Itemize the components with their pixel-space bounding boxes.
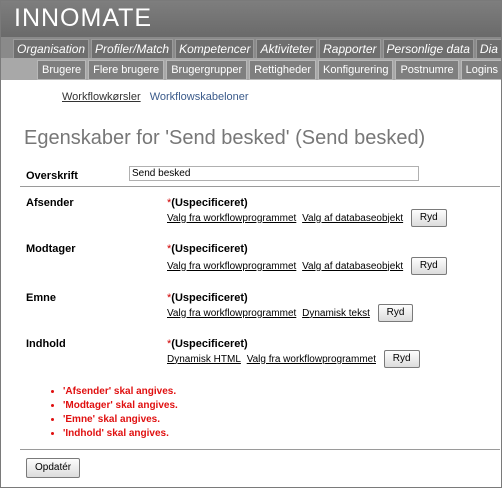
emne-label: Emne bbox=[26, 292, 56, 304]
modtager-clear-button[interactable]: Ryd bbox=[410, 257, 447, 275]
afsender-link-databaseobjekt[interactable]: Valg af databaseobjekt bbox=[302, 213, 403, 224]
overskrift-label: Overskrift bbox=[26, 170, 78, 182]
main-tab-dia[interactable]: Dia bbox=[475, 39, 501, 58]
main-tab-rapporter[interactable]: Rapporter bbox=[319, 39, 381, 58]
brand-bar: INNOMATE bbox=[1, 1, 501, 37]
afsender-actions: Valg fra workflowprogrammet Valg af data… bbox=[167, 209, 447, 227]
main-tab-organisation[interactable]: Organisation bbox=[13, 39, 90, 58]
error-item: 'Afsender' skal angives. bbox=[63, 385, 178, 399]
indhold-link-workflow[interactable]: Valg fra workflowprogrammet bbox=[247, 354, 376, 365]
afsender-clear-button[interactable]: Ryd bbox=[410, 209, 447, 227]
sub-tab-rettigheder[interactable]: Rettigheder bbox=[249, 60, 316, 80]
modtager-unspecified: (Uspecificeret) bbox=[171, 243, 248, 255]
emne-unspecified: (Uspecificeret) bbox=[171, 292, 248, 304]
page-title: Egenskaber for 'Send besked' (Send beske… bbox=[24, 127, 426, 149]
afsender-link-workflow[interactable]: Valg fra workflowprogrammet bbox=[167, 213, 296, 224]
error-list: 'Afsender' skal angives. 'Modtager' skal… bbox=[47, 385, 178, 441]
sub-tab-konfigurering[interactable]: Konfigurering bbox=[318, 60, 394, 80]
error-item: 'Emne' skal angives. bbox=[63, 413, 178, 427]
main-nav: Organisation Profiler/Match Kompetencer Akt… bbox=[1, 37, 501, 58]
modtager-actions: Valg fra workflowprogrammet Valg af data… bbox=[167, 257, 447, 275]
modtager-link-databaseobjekt[interactable]: Valg af databaseobjekt bbox=[302, 261, 403, 272]
crumb-workflowkorsler[interactable]: Workflowkørsler bbox=[62, 91, 141, 103]
sub-tab-logins[interactable]: Logins bbox=[460, 60, 501, 80]
overskrift-input[interactable] bbox=[129, 166, 419, 181]
afsender-status: *(Uspecificeret) bbox=[167, 197, 248, 209]
indhold-status: *(Uspecificeret) bbox=[167, 338, 248, 350]
emne-link-workflow[interactable]: Valg fra workflowprogrammet bbox=[167, 308, 296, 319]
main-tab-aktiviteter[interactable]: Aktiviteter bbox=[256, 39, 318, 58]
indhold-actions: Dynamisk HTML Valg fra workflowprogramme… bbox=[167, 350, 420, 368]
sub-tab-brugergrupper[interactable]: Brugergrupper bbox=[166, 60, 248, 80]
divider-top bbox=[20, 186, 500, 187]
sub-tab-flere-brugere[interactable]: Flere brugere bbox=[88, 60, 165, 80]
error-item: 'Indhold' skal angives. bbox=[63, 427, 178, 441]
sub-tab-postnumre[interactable]: Postnumre bbox=[395, 60, 459, 80]
indhold-unspecified: (Uspecificeret) bbox=[171, 338, 248, 350]
app-logo: INNOMATE bbox=[14, 4, 153, 32]
update-button[interactable]: Opdatér bbox=[26, 458, 81, 478]
emne-actions: Valg fra workflowprogrammet Dynamisk tek… bbox=[167, 304, 414, 322]
error-item: 'Modtager' skal angives. bbox=[63, 399, 178, 413]
sub-nav: Brugere Flere brugere Brugergrupper Rettigh… bbox=[1, 58, 501, 80]
indhold-label: Indhold bbox=[26, 338, 66, 350]
emne-status: *(Uspecificeret) bbox=[167, 292, 248, 304]
main-tab-kompetencer[interactable]: Kompetencer bbox=[175, 39, 255, 58]
main-tab-personlige-data[interactable]: Personlige data bbox=[382, 39, 474, 58]
sub-tab-brugere[interactable]: Brugere bbox=[37, 60, 87, 80]
breadcrumb: Workflowkørsler Workflowskabeloner bbox=[62, 91, 249, 103]
indhold-link-dynamisk-html[interactable]: Dynamisk HTML bbox=[167, 354, 241, 365]
modtager-status: *(Uspecificeret) bbox=[167, 243, 248, 255]
modtager-link-workflow[interactable]: Valg fra workflowprogrammet bbox=[167, 261, 296, 272]
main-tab-profiler-match[interactable]: Profiler/Match bbox=[91, 39, 174, 58]
crumb-workflowskabeloner[interactable]: Workflowskabeloner bbox=[150, 91, 249, 103]
modtager-label: Modtager bbox=[26, 243, 76, 255]
afsender-label: Afsender bbox=[26, 197, 74, 209]
divider-bottom bbox=[20, 449, 500, 450]
afsender-unspecified: (Uspecificeret) bbox=[171, 197, 248, 209]
indhold-clear-button[interactable]: Ryd bbox=[383, 350, 420, 368]
emne-link-dynamisk-tekst[interactable]: Dynamisk tekst bbox=[302, 308, 370, 319]
emne-clear-button[interactable]: Ryd bbox=[377, 304, 414, 322]
